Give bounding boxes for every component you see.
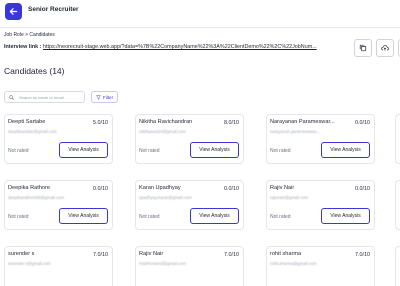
arrow-left-icon — [9, 8, 18, 15]
candidate-score: 7.0/10 — [224, 252, 239, 258]
candidate-name: Rajiv Nair — [270, 185, 295, 191]
candidate-email: rohit.sharma@gmail.com — [270, 261, 317, 266]
candidate-card[interactable]: Nikitha Ravichandran 8.0/10 nikitharavi2… — [135, 114, 244, 164]
candidate-card[interactable]: Rajiv Nair 7.0/10 rnairfrontend@gmail.co… — [135, 246, 244, 286]
candidate-name: Deepika Rathore — [8, 185, 50, 191]
search-input[interactable] — [19, 94, 79, 100]
candidate-card-partial[interactable] — [395, 180, 400, 230]
view-analysis-button[interactable]: View Analysis — [59, 208, 108, 224]
upload-button[interactable] — [376, 39, 394, 57]
candidate-name: Narayanan Parameswar... — [270, 119, 335, 125]
copy-link-button[interactable] — [354, 39, 372, 57]
candidate-email: upadhyay.karan@gmail.com — [139, 195, 192, 200]
view-analysis-button[interactable]: View Analysis — [190, 208, 239, 224]
candidate-score: 7.0/10 — [355, 252, 370, 258]
candidate-name: Nikitha Ravichandran — [139, 119, 193, 125]
candidate-rating: Not rated — [8, 214, 29, 220]
candidate-email: nikitharavi24@gmail.com — [139, 129, 186, 134]
candidate-score: 0.0/10 — [355, 186, 370, 192]
interview-link-row: Interview link : https://neorecruit-stag… — [4, 44, 349, 50]
candidate-card[interactable]: Narayanan Parameswar... 0.0/10 narayanan… — [266, 114, 375, 164]
cloud-upload-icon — [381, 45, 389, 51]
candidates-heading: Candidates (14) — [4, 66, 65, 76]
view-analysis-button[interactable]: View Analysis — [190, 142, 239, 158]
candidate-card[interactable]: rohit sharma 7.0/10 rohit.sharma@gmail.c… — [266, 246, 375, 286]
candidate-email: deepikarathore99@gmail.com — [8, 195, 64, 200]
candidate-email: rajivnair@gmail.com — [270, 195, 308, 200]
candidate-rating: Not rated — [270, 148, 291, 154]
candidate-score: 0.0/10 — [93, 186, 108, 192]
candidate-score: 0.0/10 — [224, 186, 239, 192]
candidate-name: surender s — [8, 251, 35, 257]
breadcrumb[interactable]: Job Role > Candidates — [4, 32, 55, 38]
view-analysis-button[interactable]: View Analysis — [321, 142, 370, 158]
candidate-rating: Not rated — [270, 214, 291, 220]
candidate-card-partial[interactable] — [395, 114, 400, 164]
filter-label: Filter — [102, 94, 114, 100]
page-title: Senior Recruiter — [28, 6, 79, 13]
header-divider — [0, 27, 400, 28]
top-bar: Senior Recruiter — [0, 0, 400, 28]
back-button[interactable] — [5, 3, 22, 20]
candidate-name: rohit sharma — [270, 251, 302, 257]
candidate-card[interactable]: Karan Upadhyay 0.0/10 upadhyay.karan@gma… — [135, 180, 244, 230]
candidate-email: deeptisartabe@gmail.com — [8, 129, 57, 134]
filter-icon — [96, 95, 101, 99]
search-box[interactable] — [4, 91, 85, 103]
candidate-rating: Not rated — [139, 214, 160, 220]
view-analysis-button[interactable]: View Analysis — [321, 208, 370, 224]
candidate-name: Rajiv Nair — [139, 251, 164, 257]
candidate-email: narayanan.parameswara... — [270, 129, 320, 134]
interview-link-label: Interview link : — [4, 44, 42, 50]
candidate-card-partial[interactable] — [395, 246, 400, 286]
candidate-card[interactable]: surender s 7.0/10 surender.s@gmail.com — [4, 246, 113, 286]
candidate-email: rnairfrontend@gmail.com — [139, 261, 187, 266]
candidate-score: 0.0/10 — [355, 120, 370, 126]
candidate-score: 8.0/10 — [224, 120, 239, 126]
candidate-email: surender.s@gmail.com — [8, 261, 51, 266]
candidate-rating: Not rated — [8, 148, 29, 154]
candidate-card[interactable]: Deepti Sartabe 5.0/10 deeptisartabe@gmai… — [4, 114, 113, 164]
copy-icon — [359, 44, 367, 52]
candidate-score: 7.0/10 — [93, 252, 108, 258]
interview-link-url[interactable]: https://neorecruit-stage.web.app/?data=%… — [43, 44, 317, 50]
candidate-name: Karan Upadhyay — [139, 185, 181, 191]
candidate-card[interactable]: Deepika Rathore 0.0/10 deepikarathore99@… — [4, 180, 113, 230]
candidate-card[interactable]: Rajiv Nair 0.0/10 rajivnair@gmail.com No… — [266, 180, 375, 230]
candidate-name: Deepti Sartabe — [8, 119, 46, 125]
filter-button[interactable]: Filter — [91, 91, 118, 103]
view-analysis-button[interactable]: View Analysis — [59, 142, 108, 158]
candidate-rating: Not rated — [139, 148, 160, 154]
search-icon — [9, 94, 14, 100]
candidate-score: 5.0/10 — [93, 120, 108, 126]
